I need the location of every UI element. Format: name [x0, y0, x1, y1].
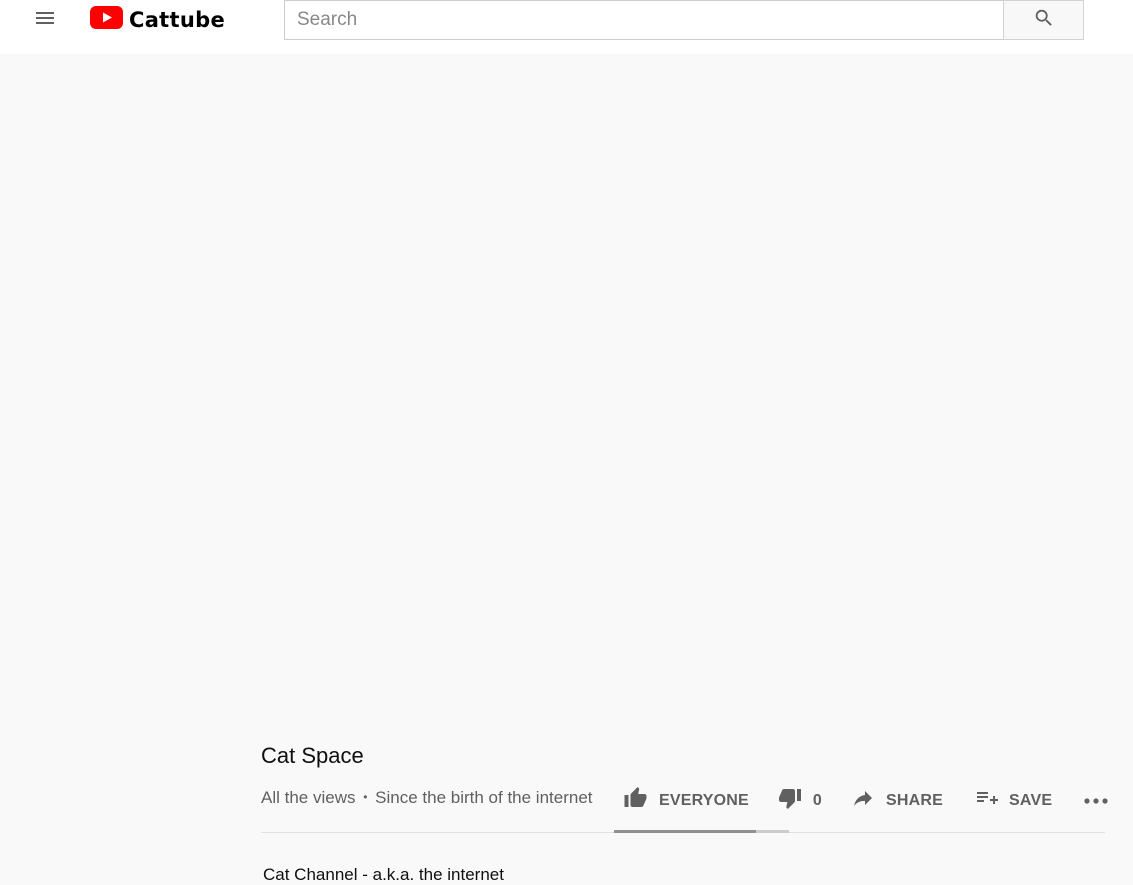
search-bar [284, 0, 1084, 40]
playlist-add-icon [973, 786, 1009, 815]
view-count: All the views [261, 788, 356, 807]
upload-date: Since the birth of the internet [375, 788, 593, 807]
like-button[interactable]: EVERYONE [622, 786, 749, 815]
share-arrow-icon [850, 786, 886, 815]
top-bar: Cattube [0, 0, 1133, 54]
play-button-logo-icon [90, 6, 123, 34]
thumbs-up-icon [622, 786, 659, 815]
like-ratio-bar [614, 830, 789, 833]
menu-button[interactable] [28, 6, 62, 34]
hamburger-menu-icon [33, 6, 57, 35]
share-label: SHARE [886, 791, 944, 809]
dislike-button[interactable]: 0 [777, 786, 822, 815]
video-title: Cat Space [261, 743, 364, 768]
logo[interactable]: Cattube [90, 5, 225, 35]
more-horizontal-icon [1082, 786, 1120, 815]
share-button[interactable]: SHARE [850, 786, 943, 815]
search-button[interactable] [1003, 0, 1084, 40]
dislike-count: 0 [812, 791, 823, 809]
brand-name: Cattube [129, 8, 225, 32]
meta-separator: • [363, 790, 368, 804]
search-input[interactable] [284, 0, 1003, 40]
more-actions-button[interactable] [1082, 786, 1120, 815]
thumbs-down-icon [777, 786, 813, 815]
save-button[interactable]: SAVE [973, 786, 1052, 815]
video-meta: All the views • Since the birth of the i… [261, 788, 593, 808]
magnifier-search-icon [1033, 7, 1055, 34]
save-label: SAVE [1009, 791, 1053, 809]
channel-name[interactable]: Cat Channel - a.k.a. the internet [263, 865, 504, 885]
like-label: EVERYONE [659, 791, 749, 809]
like-ratio-fill [614, 830, 756, 833]
video-actions: EVERYONE 0 SHARE SAVE [622, 786, 1120, 815]
